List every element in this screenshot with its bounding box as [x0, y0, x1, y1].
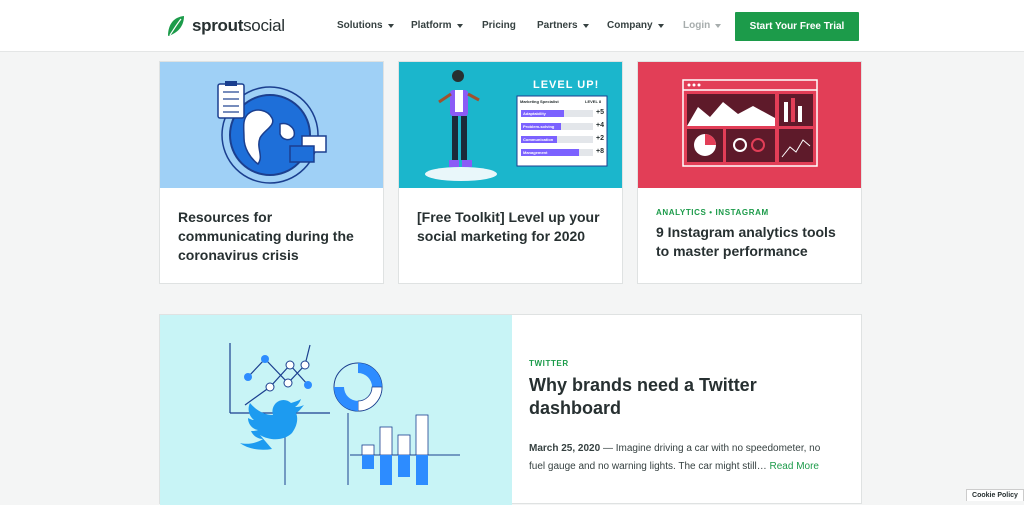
logo-word-bold: sprout: [192, 16, 244, 35]
nav-platform-label: Platform: [411, 20, 452, 31]
card-category[interactable]: ANALYTICS • INSTAGRAM: [656, 208, 847, 217]
skill-bar-fill: Problem-solving: [521, 123, 561, 130]
card-image-level-up: LEVEL UP! Marketing Specialist LEVEL 8 A…: [399, 62, 622, 188]
skill-value: +8: [596, 148, 604, 155]
skill-name: Adaptability: [523, 111, 546, 116]
nav-solutions-label: Solutions: [337, 20, 383, 31]
skill-row: Communication +2: [521, 134, 605, 147]
nav-partners-label: Partners: [537, 20, 578, 31]
nav-platform[interactable]: Platform: [411, 20, 463, 31]
card-image-globe: [160, 62, 383, 188]
featured-article: TWITTER Why brands need a Twitter dashbo…: [159, 314, 862, 505]
read-more-link[interactable]: Read More: [770, 461, 819, 472]
nav-company[interactable]: Company: [607, 20, 664, 31]
nav-login-label: Login: [683, 20, 711, 31]
card-title[interactable]: 9 Instagram analytics tools to master pe…: [656, 223, 847, 261]
skill-name: Problem-solving: [523, 124, 555, 129]
twitter-dashboard-illustration: [229, 343, 460, 485]
nav-pricing-label: Pricing: [482, 20, 516, 31]
skill-bar-track: Management: [521, 149, 593, 156]
nav-company-label: Company: [607, 20, 653, 31]
chevron-down-icon: [657, 23, 664, 28]
article-card-coronavirus[interactable]: Resources for communicating during the c…: [159, 61, 384, 284]
skill-bar-track: Adaptability: [521, 110, 593, 117]
skill-row: Adaptability +5: [521, 108, 605, 121]
start-free-trial-button[interactable]: Start Your Free Trial: [735, 12, 859, 41]
skills-list: Adaptability +5 Problem-solving +4 Communica…: [521, 108, 605, 160]
sprout-leaf-icon: [168, 16, 184, 36]
twitter-bird-icon: [240, 399, 304, 450]
logo-wordmark: sproutsocial: [192, 16, 285, 36]
feature-excerpt: March 25, 2020 — Imagine driving a car w…: [529, 440, 839, 476]
skill-row: Problem-solving +4: [521, 121, 605, 134]
nav-pricing[interactable]: Pricing: [482, 20, 516, 31]
top-navigation: sproutsocial Solutions Platform Pricing …: [0, 0, 1024, 52]
nav-partners[interactable]: Partners: [537, 20, 589, 31]
sproutsocial-logo[interactable]: sproutsocial: [166, 14, 285, 38]
level-up-header-right: LEVEL 8: [585, 99, 602, 104]
skill-value: +4: [596, 122, 604, 129]
article-card-instagram[interactable]: ANALYTICS • INSTAGRAM 9 Instagram analyt…: [637, 61, 862, 284]
nav-solutions[interactable]: Solutions: [337, 20, 394, 31]
article-card-toolkit[interactable]: LEVEL UP! Marketing Specialist LEVEL 8 A…: [398, 61, 623, 284]
chevron-down-icon: [715, 23, 722, 28]
chevron-down-icon: [456, 23, 463, 28]
chevron-down-icon: [582, 23, 589, 28]
feature-title[interactable]: Why brands need a Twitter dashboard: [529, 374, 839, 420]
skill-bar-fill: Adaptability: [521, 110, 565, 117]
card-title[interactable]: [Free Toolkit] Level up your social mark…: [417, 208, 608, 246]
skill-bar-fill: Communication: [521, 136, 557, 143]
feature-category[interactable]: TWITTER: [529, 359, 839, 368]
level-up-heading: LEVEL UP!: [533, 79, 600, 91]
chevron-down-icon: [387, 23, 394, 28]
skill-bar-track: Problem-solving: [521, 123, 593, 130]
analytics-dashboard-illustration: [682, 79, 818, 167]
skill-value: +5: [596, 109, 604, 116]
skill-bar-track: Communication: [521, 136, 593, 143]
skill-name: Management: [523, 150, 548, 155]
globe-chat-illustration: [217, 81, 327, 184]
skill-name: Communication: [523, 137, 554, 142]
feature-date: March 25, 2020: [529, 443, 601, 454]
card-image-analytics: [638, 62, 861, 188]
nav-login[interactable]: Login: [683, 20, 722, 31]
level-up-header-left: Marketing Specialist: [520, 99, 559, 104]
skill-value: +2: [596, 135, 604, 142]
cookie-policy-button[interactable]: Cookie Policy: [966, 489, 1024, 501]
card-title[interactable]: Resources for communicating during the c…: [178, 208, 369, 265]
skill-row: Management +8: [521, 147, 605, 160]
feature-image-twitter-dashboard[interactable]: [160, 315, 512, 505]
logo-word-light: social: [243, 16, 285, 35]
skill-bar-fill: Management: [521, 149, 579, 156]
